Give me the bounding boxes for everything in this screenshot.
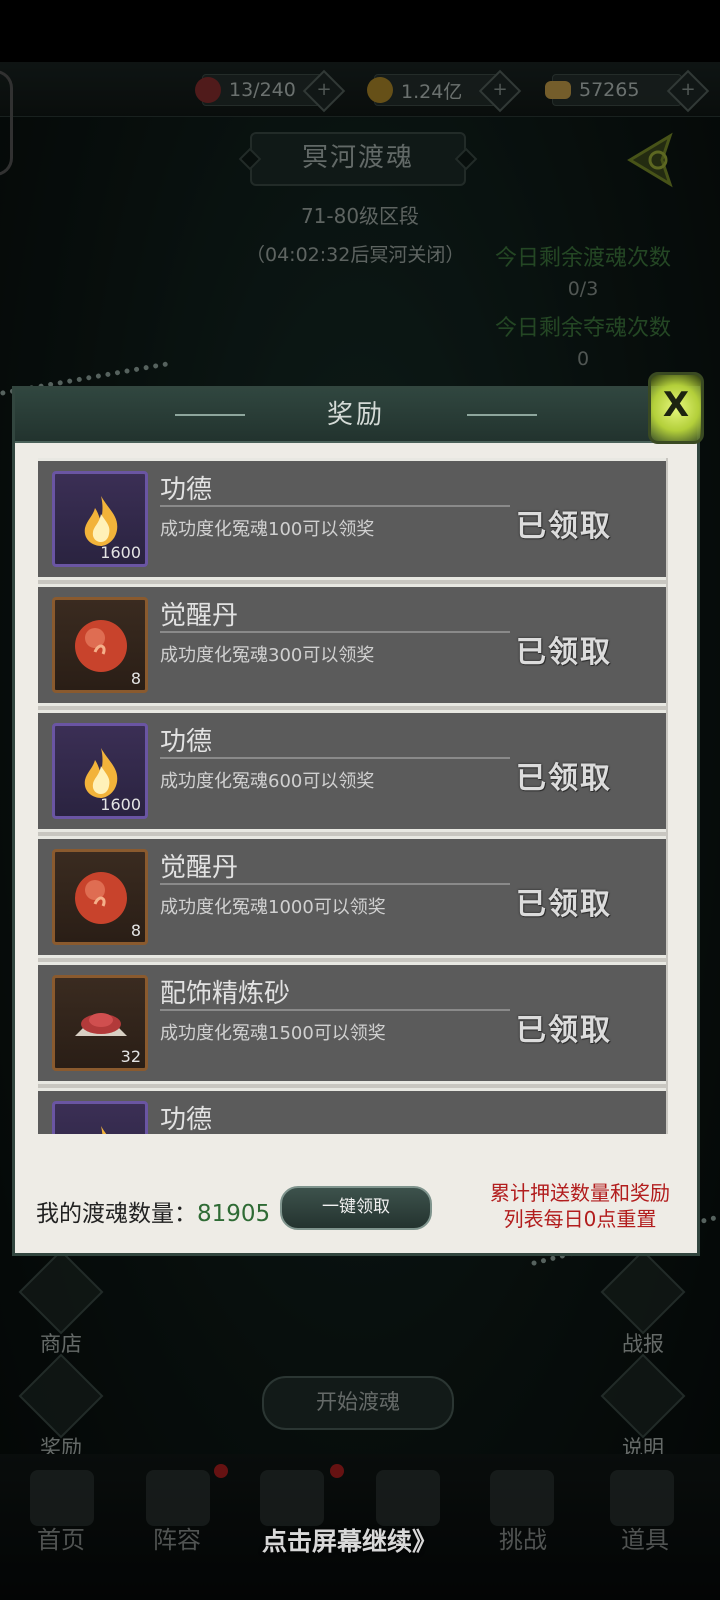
divider bbox=[160, 1009, 510, 1011]
reward-name: 觉醒丹 bbox=[160, 853, 239, 883]
reward-desc: 成功度化冤魂300可以领奖 bbox=[160, 645, 375, 666]
reward-qty: 1600 bbox=[100, 795, 141, 814]
reward-name: 功德 bbox=[160, 727, 213, 757]
pill-icon bbox=[75, 620, 127, 672]
reward-row: 8 觉醒丹成功度化冤魂1000可以领奖 已领取 bbox=[38, 836, 666, 958]
flame-icon bbox=[101, 1126, 107, 1134]
reward-desc: 成功度化冤魂1500可以领奖 bbox=[160, 1023, 386, 1044]
reward-desc: 成功度化冤魂600可以领奖 bbox=[160, 771, 375, 792]
reward-qty: 1600 bbox=[100, 543, 141, 562]
claimed-status: 已领取 bbox=[516, 1013, 612, 1048]
reward-name: 配饰精炼砂 bbox=[160, 979, 291, 1009]
reward-row: 8 觉醒丹成功度化冤魂300可以领奖 已领取 bbox=[38, 584, 666, 706]
divider bbox=[175, 414, 245, 416]
reward-list[interactable]: 1600 功德 成功度化冤魂100可以领奖 已领取 8 觉醒丹 成功度化冤魂300可以领奖已… bbox=[38, 458, 668, 1134]
reset-note-line1: 累计押送数量和奖励 bbox=[490, 1181, 670, 1205]
reward-name: 功德 bbox=[160, 1105, 213, 1134]
flame-icon bbox=[84, 748, 118, 798]
reward-item-thumb[interactable]: 1600 bbox=[52, 723, 148, 819]
reward-qty: 8 bbox=[130, 669, 141, 688]
continue-hint[interactable]: 点击屏幕继续》 bbox=[262, 1522, 437, 1558]
reward-item-thumb[interactable]: 8 bbox=[52, 849, 148, 945]
reward-item-thumb[interactable]: 8 bbox=[52, 597, 148, 693]
reset-note: 累计押送数量和奖励 列表每日0点重置 bbox=[470, 1180, 690, 1232]
reward-desc: 成功度化冤魂1000可以领奖 bbox=[160, 897, 386, 918]
modal-header: 奖励 bbox=[15, 389, 697, 443]
reward-row: 32 配饰精炼砂成功度化冤魂1500可以领奖 已领取 bbox=[38, 962, 666, 1084]
reward-desc: 成功度化冤魂100可以领奖 bbox=[160, 519, 375, 540]
divider bbox=[160, 883, 510, 885]
divider bbox=[160, 757, 510, 759]
my-ferry-count: 我的渡魂数量：81905 bbox=[36, 1194, 270, 1228]
divider bbox=[160, 631, 510, 633]
reward-item-thumb[interactable] bbox=[52, 1101, 148, 1134]
divider bbox=[160, 505, 510, 507]
flame-icon bbox=[84, 496, 118, 546]
sand-icon bbox=[75, 1013, 127, 1036]
claimed-status: 已领取 bbox=[516, 887, 612, 922]
reward-row: 功德 bbox=[38, 1088, 666, 1134]
divider bbox=[467, 414, 537, 416]
claim-all-button[interactable]: 一键领取 bbox=[280, 1186, 432, 1230]
pill-icon bbox=[75, 872, 127, 924]
reward-qty: 32 bbox=[120, 1047, 141, 1066]
reward-item-thumb[interactable]: 1600 bbox=[52, 471, 148, 567]
claimed-status: 已领取 bbox=[516, 635, 612, 670]
close-button[interactable]: X bbox=[648, 372, 704, 444]
my-count-label: 我的渡魂数量： bbox=[36, 1201, 197, 1227]
reward-row: 1600 功德成功度化冤魂600可以领奖 已领取 bbox=[38, 710, 666, 832]
reward-row: 1600 功德成功度化冤魂100可以领奖 已领取 bbox=[38, 458, 666, 580]
claimed-status: 已领取 bbox=[516, 761, 612, 796]
modal-title: 奖励 bbox=[326, 400, 385, 430]
reward-name: 功德 bbox=[160, 475, 213, 505]
reset-note-line2: 列表每日0点重置 bbox=[503, 1207, 657, 1231]
reward-qty: 8 bbox=[130, 921, 141, 940]
reward-name: 觉醒丹 bbox=[160, 601, 239, 631]
claimed-status: 已领取 bbox=[516, 509, 612, 544]
reward-item-thumb[interactable]: 32 bbox=[52, 975, 148, 1071]
my-count-value: 81905 bbox=[197, 1201, 271, 1227]
